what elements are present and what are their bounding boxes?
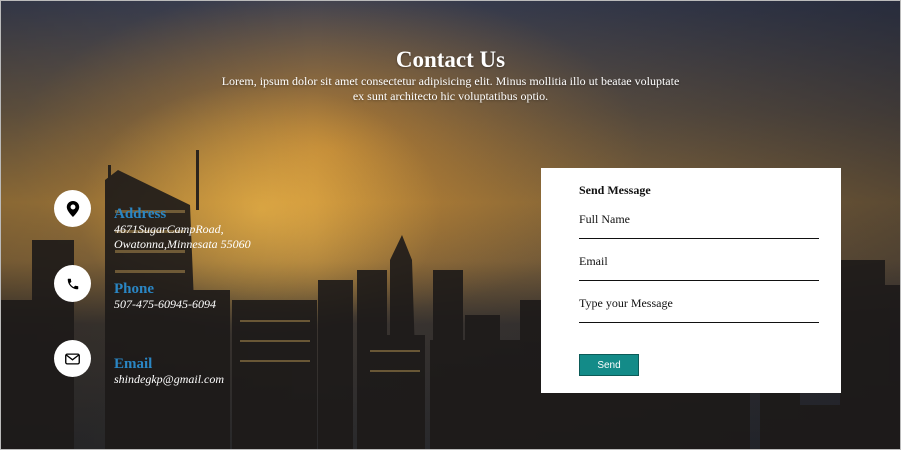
envelope-icon xyxy=(54,340,91,377)
location-pin-icon xyxy=(54,190,91,227)
send-message-form: Send Message Full Name Email Type your M… xyxy=(541,168,841,393)
email-value: shindegkp@gmail.com xyxy=(114,372,225,386)
phone-value: 507-475-60945-6094 xyxy=(114,297,216,311)
page-title: Contact Us xyxy=(395,47,506,72)
email-label: Email xyxy=(579,254,608,268)
full-name-field[interactable]: Full Name xyxy=(579,212,819,239)
message-label: Type your Message xyxy=(579,296,673,310)
contact-header: Contact Us Lorem, ipsum dolor sit amet c… xyxy=(0,46,901,104)
email-field[interactable]: Email xyxy=(579,254,819,281)
phone-icon xyxy=(54,265,91,302)
full-name-label: Full Name xyxy=(579,212,630,226)
message-field[interactable]: Type your Message xyxy=(579,296,819,323)
address-value: 4671SugarCampRoad, Owatonna,Minnesata 55… xyxy=(114,222,251,251)
email-title: Email xyxy=(114,356,153,372)
phone-title: Phone xyxy=(114,281,155,297)
send-button[interactable]: Send xyxy=(579,354,639,376)
address-title: Address xyxy=(114,206,167,222)
form-title: Send Message xyxy=(579,183,651,197)
page-description: Lorem, ipsum dolor sit amet consectetur … xyxy=(221,74,680,103)
